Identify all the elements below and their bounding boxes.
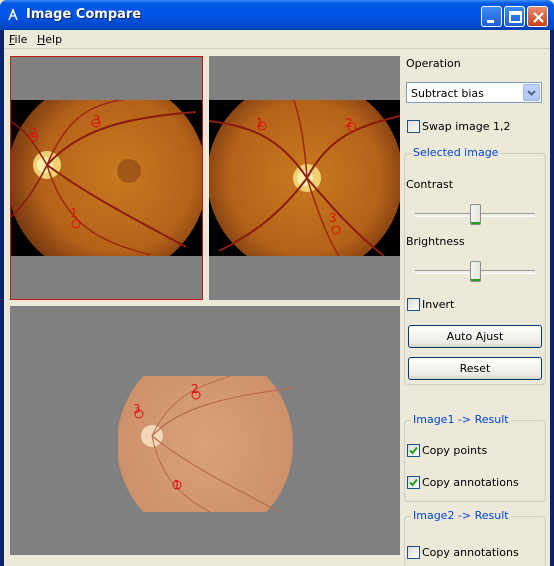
image1-result-group: Image1 -> Result — [404, 413, 546, 502]
result-point-label: 2 — [191, 382, 199, 396]
app-window: Image Compare File Help 2 3 1 1 2 3 2 3 … — [0, 0, 554, 566]
window-title: Image Compare — [26, 7, 142, 22]
copy-annotations-1-label: Copy annotations — [422, 476, 519, 489]
result-point-label: 1 — [173, 478, 181, 492]
minimize-button[interactable] — [481, 6, 502, 27]
menu-help[interactable]: Help — [37, 33, 62, 46]
client-area: File Help 2 3 1 1 2 3 2 3 1 Operation Su… — [4, 30, 550, 566]
copy-points-checkbox[interactable] — [407, 444, 420, 457]
image1-point-label: 3 — [93, 113, 101, 127]
image2-point-label: 3 — [329, 211, 337, 225]
auto-adjust-button[interactable]: Auto Ajust — [408, 325, 542, 348]
menu-file[interactable]: File — [9, 33, 27, 46]
close-button[interactable] — [527, 6, 548, 27]
image1-panel[interactable]: 2 3 1 — [10, 56, 203, 300]
result-image: 2 3 1 — [118, 376, 293, 512]
checkmark-icon — [409, 446, 418, 455]
image1-result-group-title: Image1 -> Result — [411, 413, 511, 426]
copy-points-label: Copy points — [422, 444, 488, 457]
copy-annotations-2-checkbox[interactable] — [407, 546, 420, 559]
image2-point-label: 2 — [345, 116, 353, 130]
image1-point-label: 2 — [30, 126, 38, 140]
image2-result-group-title: Image2 -> Result — [411, 509, 511, 522]
contrast-slider-thumb[interactable] — [470, 204, 481, 225]
invert-label: Invert — [422, 298, 455, 311]
result-panel[interactable]: 2 3 1 — [10, 306, 400, 555]
operation-label: Operation — [406, 57, 461, 70]
operation-select-value: Subtract bias — [411, 87, 484, 100]
operation-select[interactable]: Subtract bias — [406, 82, 542, 103]
fundus-image-2: 1 2 3 — [209, 100, 400, 256]
image2-point-label: 1 — [256, 116, 264, 130]
invert-checkbox[interactable] — [407, 298, 420, 311]
app-icon — [6, 7, 20, 22]
result-point-label: 3 — [133, 402, 141, 416]
swap-label: Swap image 1,2 — [422, 120, 511, 133]
reset-button[interactable]: Reset — [408, 357, 542, 380]
contrast-label: Contrast — [406, 178, 454, 191]
copy-annotations-1-checkbox[interactable] — [407, 476, 420, 489]
brightness-slider-thumb[interactable] — [470, 261, 481, 282]
selected-image-group-title: Selected image — [411, 146, 501, 159]
image2-panel[interactable]: 1 2 3 — [209, 56, 400, 300]
fundus-image-1: 2 3 1 — [11, 100, 202, 256]
menu-bar: File Help — [4, 30, 550, 49]
brightness-label: Brightness — [406, 235, 465, 248]
image1-point-label: 1 — [70, 206, 78, 220]
copy-annotations-2-label: Copy annotations — [422, 546, 519, 559]
chevron-down-icon[interactable] — [523, 84, 540, 101]
checkmark-icon — [409, 478, 418, 487]
maximize-button[interactable] — [504, 6, 525, 27]
title-bar[interactable]: Image Compare — [0, 0, 554, 30]
swap-checkbox[interactable] — [407, 120, 420, 133]
